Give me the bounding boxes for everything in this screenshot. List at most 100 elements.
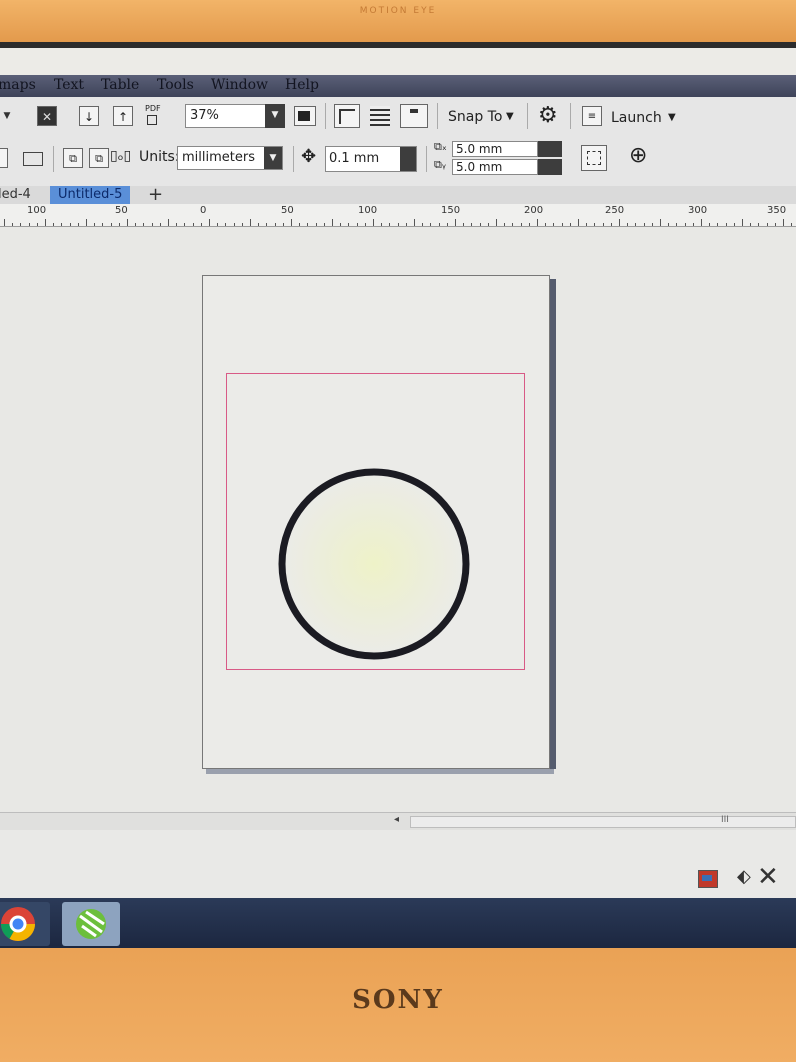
ruler-tick <box>537 219 538 226</box>
chevron-down-icon[interactable]: ▼ <box>0 105 14 127</box>
ruler-label: 50 <box>281 205 294 216</box>
proof-glyph <box>702 875 712 881</box>
ruler-tick <box>53 223 55 226</box>
duplicate-x-field[interactable]: 5.0 mm <box>452 141 538 157</box>
standard-toolbar: ▼ ✕ ↓ ↑ PDF 37% ▼ Snap To ▼ ⚙ ≡ Launch ▼ <box>0 97 796 135</box>
ruler-tick <box>487 223 489 226</box>
ruler-tick <box>676 223 678 226</box>
launch-dropdown-icon[interactable]: ▼ <box>668 112 676 123</box>
ruler-tick <box>192 223 194 226</box>
menu-table[interactable]: Table <box>101 77 139 93</box>
ruler-tick <box>446 223 448 226</box>
horizontal-scrollbar[interactable]: ◂ III <box>0 812 796 831</box>
design-app-taskbar-button[interactable] <box>62 902 120 946</box>
landscape-icon[interactable] <box>23 152 43 166</box>
treat-as-filled-icon[interactable] <box>581 145 607 171</box>
export-icon[interactable]: ✕ <box>37 106 57 126</box>
ruler-tick <box>635 223 637 226</box>
tab-untitled-5[interactable]: Untitled-5 <box>50 186 131 204</box>
nudge-icon: ✥ <box>301 146 317 167</box>
ruler-tick <box>258 223 260 226</box>
units-dropdown-icon[interactable]: ▼ <box>264 147 282 169</box>
ruler-tick <box>315 223 317 226</box>
separator <box>53 146 54 172</box>
ruler-tick <box>709 223 711 226</box>
units-label: Units: <box>139 149 180 165</box>
units-combo[interactable]: millimeters ▼ <box>177 146 283 170</box>
ruler-tick <box>471 223 473 226</box>
ruler-tick <box>602 223 604 226</box>
ruler-tick <box>364 223 366 226</box>
import-icon[interactable]: ↓ <box>79 106 99 126</box>
options-icon[interactable]: ⊕ <box>629 143 647 168</box>
duplicate-x-spinner-icon[interactable] <box>538 141 562 157</box>
nudge-spinner-icon[interactable] <box>400 147 416 171</box>
arrow-down-icon: ↓ <box>83 110 95 124</box>
export-up-icon[interactable]: ↑ <box>113 106 133 126</box>
current-page-icon[interactable]: ⧉ <box>89 148 109 168</box>
ruler-tick <box>578 219 579 226</box>
ruler-tick <box>184 223 186 226</box>
ruler-label: 300 <box>688 205 708 216</box>
ruler-tick <box>422 223 424 226</box>
ruler-tick <box>586 223 588 226</box>
ruler-tick <box>496 219 497 226</box>
show-rulers-icon[interactable] <box>334 104 360 128</box>
menu-help[interactable]: Help <box>285 77 319 93</box>
show-guidelines-icon[interactable] <box>400 104 428 128</box>
nudge-distance-field[interactable]: 0.1 mm <box>325 146 417 172</box>
zoom-dropdown-icon[interactable]: ▼ <box>265 104 285 128</box>
ruler-tick <box>20 223 22 226</box>
all-pages-icon[interactable]: ⧉ <box>63 148 83 168</box>
menu-bitmaps[interactable]: maps <box>0 77 36 93</box>
snap-dropdown-icon[interactable]: ▼ <box>506 111 514 122</box>
document-tabs: led-4 Untitled-5 + <box>0 184 796 205</box>
duplicate-y-spinner-icon[interactable] <box>538 159 562 175</box>
scrollbar-thumb[interactable]: III <box>410 815 796 828</box>
ruler-tick <box>274 223 276 226</box>
scroll-left-icon[interactable]: ◂ <box>394 814 399 825</box>
page-size-icon[interactable] <box>0 148 8 168</box>
duplicate-y-field[interactable]: 5.0 mm <box>452 159 538 175</box>
menu-window[interactable]: Window <box>211 77 268 93</box>
full-screen-preview-icon[interactable] <box>294 106 316 126</box>
ruler-tick <box>200 223 202 226</box>
tab-untitled-4[interactable]: led-4 <box>0 186 31 204</box>
page-layout-icon[interactable]: ▯ₒ▯ <box>110 148 131 164</box>
snap-to-label[interactable]: Snap To <box>448 109 502 125</box>
ruler-tick <box>299 223 301 226</box>
ruler-label: 200 <box>524 205 544 216</box>
ruler-tick <box>430 223 432 226</box>
ruler-tick <box>86 219 87 226</box>
ruler-tick <box>94 223 96 226</box>
ruler-tick <box>643 223 645 226</box>
separator <box>426 146 427 172</box>
duplicate-y-icon: ⧉ᵧ <box>434 158 446 171</box>
ruler-tick <box>176 223 178 226</box>
gear-icon[interactable]: ⚙ <box>538 103 558 128</box>
drawing-canvas[interactable] <box>0 227 796 812</box>
no-outline-icon[interactable]: ✕ <box>757 862 779 892</box>
fill-bucket-icon[interactable]: ⬖ <box>737 866 751 887</box>
menu-text[interactable]: Text <box>54 77 84 93</box>
publish-pdf-icon[interactable]: PDF <box>145 104 167 128</box>
add-tab-icon[interactable]: + <box>148 184 163 205</box>
ruler-tick <box>651 223 653 226</box>
guideline-glyph <box>410 109 418 113</box>
horizontal-ruler[interactable]: 100 50 0 50 100 150 200 250 300 350 <box>0 204 796 227</box>
ruler-tick <box>159 223 161 226</box>
ruler-tick <box>127 219 128 226</box>
chrome-taskbar-button[interactable] <box>0 902 50 946</box>
ruler-tick <box>545 223 547 226</box>
launch-app-icon[interactable]: ≡ <box>582 106 602 126</box>
show-grid-icon[interactable] <box>370 106 390 126</box>
circle-shape[interactable] <box>278 468 470 660</box>
property-bar: ⧉ ⧉ ▯ₒ▯ Units: millimeters ▼ ✥ 0.1 mm ⧉ₓ… <box>0 134 796 187</box>
ruler-tick <box>668 223 670 226</box>
color-proof-icon[interactable] <box>698 870 718 888</box>
ruler-tick <box>717 223 719 226</box>
launch-label[interactable]: Launch <box>611 110 662 126</box>
menu-tools[interactable]: Tools <box>157 77 194 93</box>
ruler-tick <box>455 219 456 226</box>
units-value: millimeters <box>182 150 255 165</box>
